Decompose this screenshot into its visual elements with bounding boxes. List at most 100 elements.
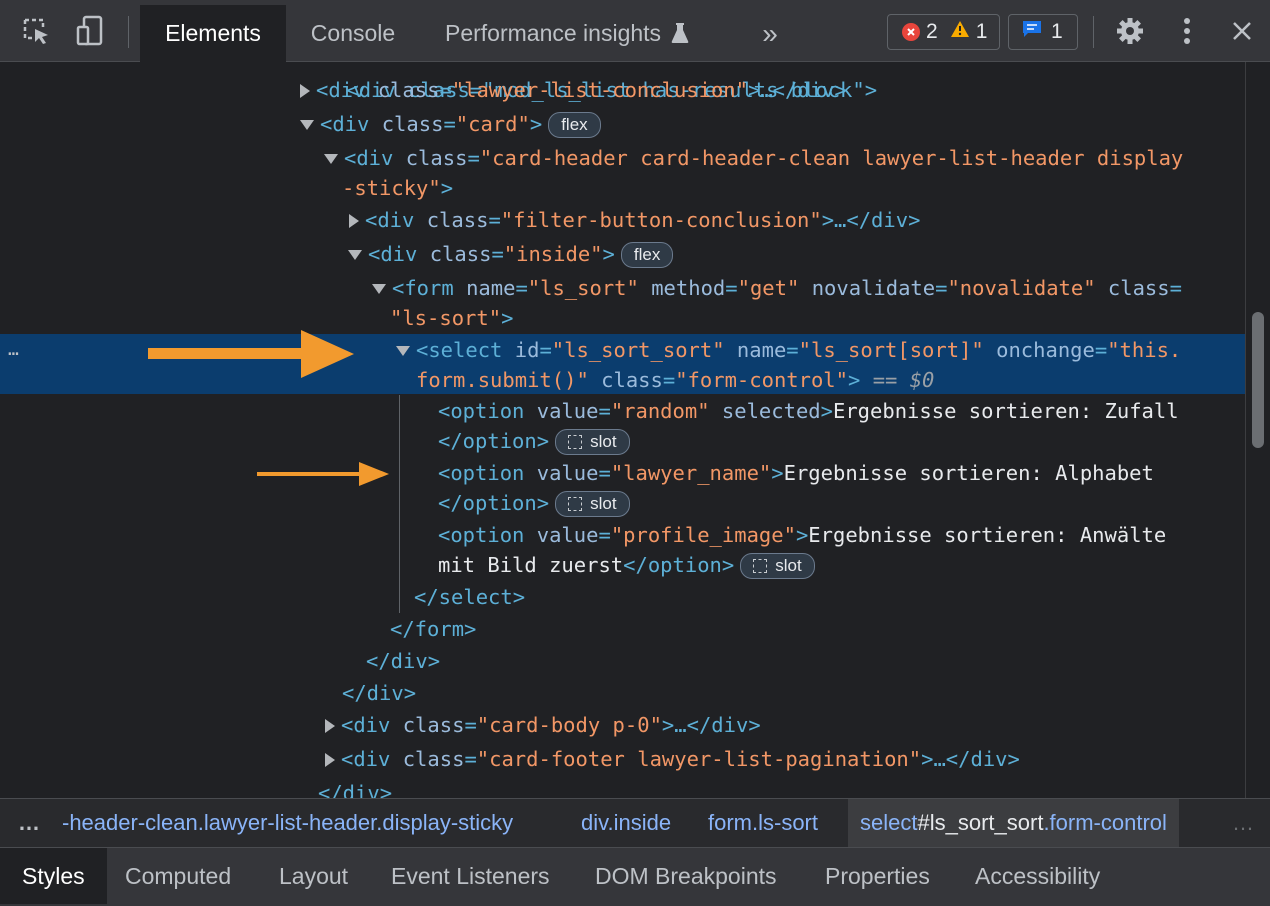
collapse-triangle-icon[interactable] bbox=[324, 154, 338, 164]
node-actions-dots[interactable]: … bbox=[8, 335, 19, 365]
tree-node-card-header[interactable]: <div class="card-header card-header-clea… bbox=[324, 143, 1183, 173]
expand-triangle-icon[interactable] bbox=[300, 84, 310, 98]
breadcrumb-item-card-header[interactable]: -header-clean.lawyer-list-header.display… bbox=[62, 799, 513, 847]
tree-scrollbar-thumb[interactable] bbox=[1252, 312, 1264, 448]
tree-close-select[interactable]: </select> bbox=[414, 582, 525, 612]
collapse-triangle-icon[interactable] bbox=[396, 346, 410, 356]
slot-badge[interactable]: slot bbox=[740, 553, 815, 579]
attr-value: "ls-sort" bbox=[390, 306, 502, 330]
attr-name: selected bbox=[721, 399, 821, 423]
attr-value: "card-footer lawyer-list-pagination" bbox=[476, 747, 922, 771]
tree-close-form[interactable]: </form> bbox=[390, 614, 476, 644]
flex-badge[interactable]: flex bbox=[548, 112, 601, 138]
attr-name: class bbox=[601, 368, 663, 392]
warning-icon bbox=[950, 20, 970, 44]
breadcrumb-item-label: -header-clean.lawyer-list-header.display… bbox=[62, 810, 514, 835]
collapse-triangle-icon[interactable] bbox=[372, 284, 386, 294]
tree-node-card[interactable]: <div class="card"> flex bbox=[300, 109, 601, 139]
console-ref: $0 bbox=[909, 368, 935, 392]
tab-label: Event Listeners bbox=[391, 863, 550, 889]
attr-value: "ls_sort_sort" bbox=[551, 338, 725, 362]
expand-triangle-icon[interactable] bbox=[325, 719, 335, 733]
attr-name: onchange bbox=[996, 338, 1095, 362]
tab-styles[interactable]: Styles bbox=[0, 848, 107, 904]
tab-properties[interactable]: Properties bbox=[825, 848, 930, 904]
more-tabs-button[interactable]: » bbox=[748, 5, 792, 62]
slot-icon bbox=[568, 497, 583, 511]
dom-tree: <div class="mod_ls_list has-results bloc… bbox=[0, 62, 1245, 798]
equals-marker: == bbox=[872, 368, 898, 392]
warning-count: 1 bbox=[975, 20, 988, 43]
message-icon bbox=[1021, 19, 1043, 45]
expand-triangle-icon[interactable] bbox=[325, 753, 335, 767]
attr-value: "profile_image" bbox=[610, 523, 796, 547]
close-icon[interactable] bbox=[1224, 0, 1260, 62]
breadcrumb-scroll-right[interactable]: … bbox=[1232, 799, 1254, 847]
tag-close: > bbox=[820, 399, 833, 423]
dots-icon[interactable]: … bbox=[8, 339, 19, 360]
inspect-element-icon[interactable] bbox=[16, 0, 56, 62]
tag-open: <div bbox=[344, 146, 394, 170]
collapse-triangle-icon[interactable] bbox=[300, 120, 314, 130]
tree-node-option-profile-image[interactable]: <option value="profile_image">Ergebnisse… bbox=[438, 520, 1166, 550]
tree-indent-guide bbox=[399, 395, 400, 613]
slot-badge[interactable]: slot bbox=[555, 429, 630, 455]
slot-label: slot bbox=[590, 494, 617, 513]
tag-open: <div bbox=[320, 112, 370, 136]
tree-node-select-wrap: form.submit()" class="form-control"> == … bbox=[416, 368, 935, 392]
issues-counter[interactable]: 2 1 bbox=[887, 14, 1000, 50]
tab-performance-insights[interactable]: Performance insights bbox=[428, 5, 718, 62]
message-count: 1 bbox=[1051, 20, 1063, 43]
expand-triangle-icon[interactable] bbox=[349, 214, 359, 228]
tree-close-inside[interactable]: </div> bbox=[366, 646, 440, 676]
tag-open: <option bbox=[438, 523, 525, 547]
tab-console[interactable]: Console bbox=[290, 5, 416, 62]
kebab-menu-icon[interactable] bbox=[1170, 0, 1204, 62]
breadcrumb-item-form[interactable]: form.ls-sort bbox=[708, 799, 818, 847]
tree-close-card-header[interactable]: </div> bbox=[342, 678, 416, 708]
tab-layout[interactable]: Layout bbox=[279, 848, 348, 904]
tab-accessibility[interactable]: Accessibility bbox=[975, 848, 1100, 904]
breadcrumb-item-id: #ls_sort_sort bbox=[917, 810, 1044, 835]
breadcrumb-item-div-inside[interactable]: div.inside bbox=[581, 799, 671, 847]
tree-close-card[interactable]: </div> bbox=[318, 778, 392, 798]
slot-icon bbox=[753, 559, 768, 573]
breadcrumb-scroll-left[interactable]: … bbox=[18, 799, 40, 847]
messages-counter[interactable]: 1 bbox=[1008, 14, 1078, 50]
breadcrumb-item-select[interactable]: select#ls_sort_sort.form-control bbox=[848, 799, 1179, 847]
breadcrumb-item-label: form.ls-sort bbox=[708, 810, 818, 835]
attr-value: "card" bbox=[455, 112, 530, 136]
tree-node-card-body[interactable]: <div class="card-body p-0">…</div> bbox=[325, 710, 761, 740]
tree-node-inside[interactable]: <div class="inside"> flex bbox=[348, 239, 674, 269]
tree-node-select[interactable]: <select id="ls_sort_sort" name="ls_sort[… bbox=[396, 335, 1181, 365]
tab-dom-breakpoints[interactable]: DOM Breakpoints bbox=[595, 848, 777, 904]
device-toggle-icon[interactable] bbox=[70, 0, 110, 62]
collapse-triangle-icon[interactable] bbox=[348, 250, 362, 260]
tree-node-card-footer[interactable]: <div class="card-footer lawyer-list-pagi… bbox=[325, 744, 1020, 774]
attr-name: value bbox=[536, 461, 599, 485]
attr-name: class bbox=[1107, 276, 1170, 300]
tab-event-listeners[interactable]: Event Listeners bbox=[391, 848, 550, 904]
attr-value: "ls_sort" bbox=[527, 276, 639, 300]
attr-name: novalidate bbox=[811, 276, 936, 300]
error-icon bbox=[902, 23, 920, 41]
tree-node-filter-button-conclusion[interactable]: <div class="filter-button-conclusion">…<… bbox=[349, 205, 920, 235]
tree-node-lawyer-list-conclusion[interactable]: <div class="lawyer-list-conclusion">…</d… bbox=[300, 75, 847, 105]
error-count: 2 bbox=[926, 20, 938, 43]
flex-badge[interactable]: flex bbox=[620, 242, 674, 268]
dots-icon: … bbox=[18, 810, 40, 835]
tree-node-form[interactable]: <form name="ls_sort" method="get" novali… bbox=[372, 273, 1182, 303]
tag-close: >…</div> bbox=[821, 208, 921, 232]
tree-node-option-random[interactable]: <option value="random" selected>Ergebnis… bbox=[438, 396, 1179, 426]
tab-computed[interactable]: Computed bbox=[125, 848, 231, 904]
attr-value: "random" bbox=[610, 399, 710, 423]
tab-elements[interactable]: Elements bbox=[140, 5, 286, 62]
tag-open: <div bbox=[341, 713, 391, 737]
slot-badge[interactable]: slot bbox=[555, 491, 630, 517]
dots-icon: … bbox=[1232, 810, 1254, 835]
tag-close: >…</div> bbox=[661, 713, 761, 737]
tree-node-option-lawyer-name[interactable]: <option value="lawyer_name">Ergebnisse s… bbox=[438, 458, 1154, 488]
attr-value: "form-control" bbox=[675, 368, 848, 392]
attr-value: "novalidate" bbox=[947, 276, 1096, 300]
settings-icon[interactable] bbox=[1110, 0, 1150, 62]
